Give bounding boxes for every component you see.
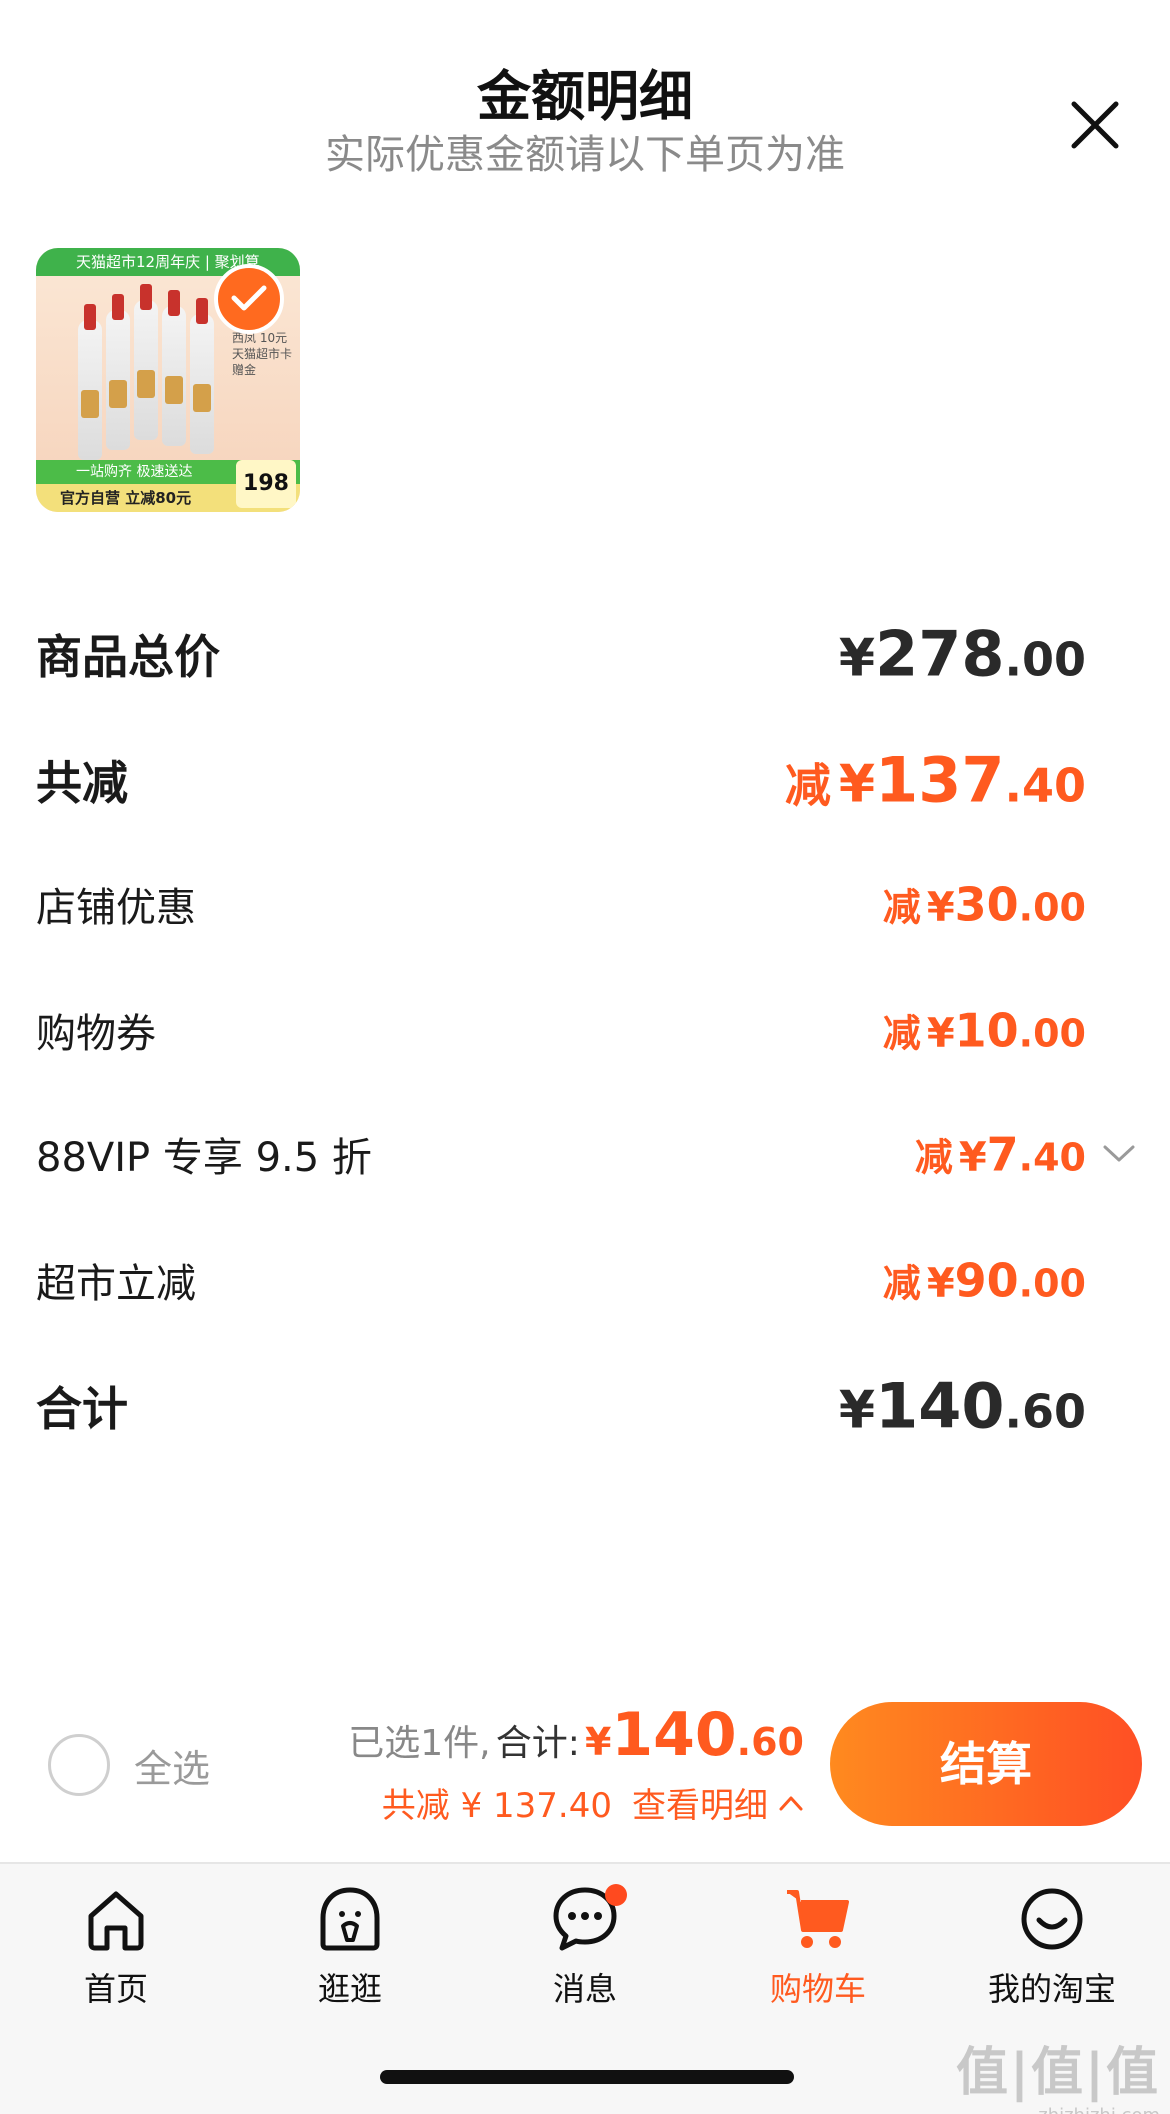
sheet-subtitle: 实际优惠金额请以下单页为准 [325, 132, 845, 178]
total-currency: ¥ [584, 1720, 612, 1764]
row-amount: 减 ¥137.40 [784, 743, 1086, 817]
select-all-toggle[interactable]: 全选 [48, 1733, 210, 1797]
thumbnail-price: 198 [243, 471, 289, 496]
row-label: 超市立减 [36, 1261, 196, 1307]
row-amount: 减 ¥10.00 [882, 1003, 1086, 1058]
row-label: 合计 [36, 1382, 128, 1436]
row-amount: 减 ¥7.40 [914, 1127, 1086, 1182]
product-selected-badge[interactable] [214, 264, 284, 334]
stroll-icon [320, 1887, 380, 1951]
tab-label: 消息 [552, 1970, 617, 2008]
sheet-title: 金额明细 [477, 65, 693, 128]
tab-label: 我的淘宝 [987, 1970, 1116, 2008]
thumbnail-price-tag: 198 [236, 460, 296, 508]
summary-total: 已选1件, 合计: ¥140.60 [348, 1700, 804, 1770]
tab-label: 首页 [83, 1970, 148, 2008]
home-icon [88, 1891, 144, 1951]
watermark: 值|值|值 zhizhizhi.com [956, 2030, 1160, 2114]
select-all-label: 全选 [134, 1746, 211, 1791]
row-amount: ¥278.00 [838, 617, 1086, 691]
watermark-url: zhizhizhi.com [956, 2105, 1160, 2114]
row-supermarket-discount: 超市立减 减 ¥90.00 [36, 1240, 1086, 1320]
row-label: 购物券 [36, 1011, 156, 1057]
checkout-button[interactable]: 结算 [830, 1702, 1142, 1826]
chevron-down-icon[interactable] [1102, 1144, 1136, 1164]
row-amount: 减 ¥90.00 [882, 1253, 1086, 1308]
saved-amount: 共减 ¥ 137.40 [381, 1786, 612, 1826]
row-label: 店铺优惠 [36, 885, 196, 931]
total-label: 合计: [495, 1723, 580, 1764]
checkmark-icon [231, 285, 267, 311]
watermark-logo: 值|值|值 [956, 2043, 1160, 2103]
row-shopping-coupon: 购物券 减 ¥10.00 [36, 990, 1086, 1070]
tab-home[interactable]: 首页 [16, 1882, 216, 2010]
amount-detail-sheet: 金额明细 实际优惠金额请以下单页为准 天猫超市12周年庆 | 聚划算 西凤 10… [0, 0, 1170, 1862]
tab-label: 逛逛 [317, 1970, 382, 2008]
close-icon [1071, 101, 1119, 149]
row-grand-total: 合计 ¥140.60 [36, 1366, 1086, 1446]
cart-icon [787, 1890, 849, 1948]
tab-cart[interactable]: 购物车 [718, 1882, 918, 2010]
row-amount: ¥140.60 [838, 1369, 1086, 1443]
select-all-radio[interactable] [48, 1734, 110, 1796]
tab-messages[interactable]: 消息 [485, 1882, 685, 2010]
view-detail-link[interactable]: 查看明细 [632, 1778, 768, 1827]
total-decimal: .60 [736, 1720, 804, 1764]
total-integer: 140 [611, 1700, 737, 1770]
chevron-up-icon [779, 1796, 803, 1810]
row-store-discount: 店铺优惠 减 ¥30.00 [36, 864, 1086, 944]
row-amount: 减 ¥30.00 [882, 877, 1086, 932]
row-vip-discount[interactable]: 88VIP 专享 9.5 折 减 ¥7.40 [36, 1114, 1136, 1194]
tab-label: 购物车 [769, 1970, 866, 2008]
row-total-discount: 共减 减 ¥137.40 [36, 740, 1086, 820]
row-label: 商品总价 [36, 630, 220, 684]
selected-count: 已选1件, [348, 1723, 491, 1764]
view-detail-toggle[interactable]: 共减 ¥ 137.40 查看明细 [382, 1778, 804, 1827]
thumbnail-side-text: 西凤 10元 天猫超市卡赠金 [232, 331, 293, 377]
close-button[interactable] [1060, 90, 1130, 160]
row-goods-total: 商品总价 ¥278.00 [36, 614, 1086, 694]
tab-stroll[interactable]: 逛逛 [250, 1882, 450, 2010]
profile-icon [1021, 1888, 1083, 1950]
row-label: 共减 [36, 756, 128, 810]
tab-my-taobao[interactable]: 我的淘宝 [952, 1882, 1152, 2010]
home-indicator[interactable] [380, 2070, 794, 2084]
row-label: 88VIP 专享 9.5 折 [36, 1135, 372, 1181]
unread-badge [605, 1884, 627, 1906]
